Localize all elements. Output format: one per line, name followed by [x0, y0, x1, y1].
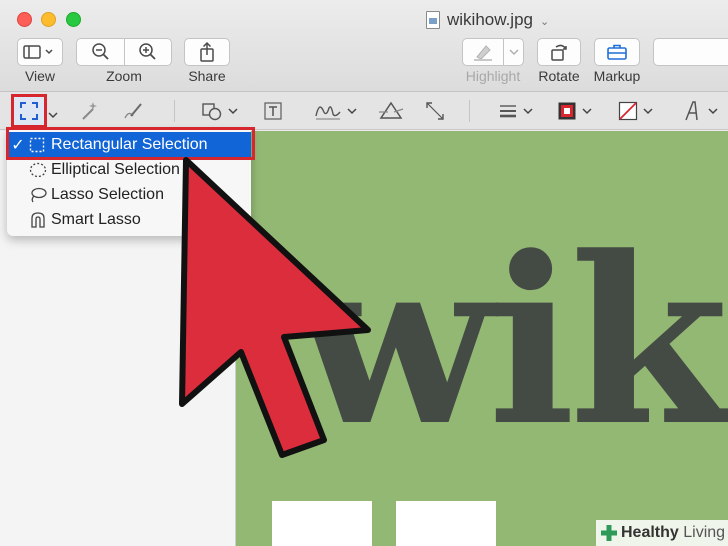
- line-style-tool[interactable]: [497, 97, 533, 125]
- menu-item-label: Smart Lasso: [51, 210, 141, 228]
- image-letter-block: [272, 501, 372, 546]
- highlight-control: [462, 38, 524, 66]
- chevron-down-icon: [582, 108, 592, 115]
- close-window-button[interactable]: [17, 12, 32, 27]
- share-icon: [200, 41, 214, 62]
- selection-tools-chevron[interactable]: [48, 101, 58, 129]
- rotate-icon: [551, 44, 567, 61]
- zoom-label: Zoom: [106, 68, 142, 84]
- highlight-options-button[interactable]: [503, 39, 523, 65]
- image-canvas[interactable]: wik: [236, 131, 728, 546]
- menu-item-label: Elliptical Selection: [51, 160, 180, 178]
- instant-alpha-tool[interactable]: [78, 97, 100, 125]
- image-wikihow-text: wik: [296, 207, 728, 477]
- share-button[interactable]: [184, 38, 230, 66]
- view-label: View: [24, 68, 56, 84]
- fill-color-tool[interactable]: [617, 97, 653, 125]
- toolbox-icon: [607, 44, 627, 60]
- markup-toolbox-button[interactable]: [594, 38, 640, 66]
- text-tool[interactable]: [262, 97, 284, 125]
- window-title-text: wikihow.jpg: [447, 10, 533, 29]
- signature-icon: [315, 106, 341, 120]
- sign-tool[interactable]: [313, 97, 357, 125]
- minimize-window-button[interactable]: [41, 12, 56, 27]
- resize-icon: [426, 102, 444, 120]
- healthy-living-logo-icon: [601, 525, 617, 541]
- share-label: Share: [188, 68, 226, 84]
- window-title[interactable]: wikihow.jpg ⌄: [426, 9, 549, 31]
- border-color-tool[interactable]: [556, 97, 592, 125]
- menu-item-elliptical-selection[interactable]: Elliptical Selection: [7, 157, 251, 182]
- chevron-down-icon: [508, 49, 519, 56]
- annotation-highlight-box: [6, 127, 255, 160]
- markup-label: Markup: [593, 68, 641, 84]
- chevron-down-icon: [48, 112, 58, 119]
- rotate-label: Rotate: [538, 68, 580, 84]
- adjust-size-tool[interactable]: [424, 97, 446, 125]
- smart-lasso-icon: [29, 211, 51, 229]
- watermark: Healthy Living: [596, 520, 728, 546]
- pen-icon: [124, 103, 142, 119]
- zoom-out-button[interactable]: [77, 39, 124, 65]
- shapes-icon: [202, 103, 222, 121]
- image-letter-block: [396, 501, 496, 546]
- toolbar-divider: [174, 100, 175, 122]
- chevron-down-icon: [228, 108, 238, 115]
- chevron-down-icon: [643, 108, 653, 115]
- prism-icon: [379, 101, 404, 119]
- chevron-down-icon: ⌄: [540, 15, 550, 28]
- highlighter-icon: [474, 45, 492, 61]
- menu-item-label: Lasso Selection: [51, 185, 164, 203]
- chevron-down-icon: [523, 108, 533, 115]
- adjust-color-tool[interactable]: [378, 97, 404, 125]
- window-titlebar: wikihow.jpg ⌄ View Zoom Share Highlight …: [0, 0, 728, 92]
- text-box-icon: [264, 102, 282, 120]
- shapes-tool[interactable]: [200, 97, 238, 125]
- sidebar-view-icon: [23, 45, 53, 59]
- toolbar-divider: [469, 100, 470, 122]
- view-button[interactable]: [17, 38, 63, 66]
- highlight-button[interactable]: [463, 39, 503, 65]
- selection-tools-button[interactable]: [11, 94, 47, 128]
- lasso-icon: [29, 187, 51, 203]
- search-field[interactable]: [653, 38, 728, 66]
- rotate-button[interactable]: [537, 38, 581, 66]
- watermark-text: Healthy Living: [621, 524, 726, 541]
- fill-color-icon: [618, 101, 638, 121]
- line-weight-icon: [500, 105, 516, 118]
- ellipse-dashed-icon: [29, 162, 51, 178]
- rect-selection-icon: [20, 102, 38, 120]
- menu-item-smart-lasso[interactable]: Smart Lasso: [7, 207, 251, 232]
- chevron-down-icon: [708, 108, 718, 115]
- zoom-window-button[interactable]: [66, 12, 81, 27]
- chevron-down-icon: [347, 108, 357, 115]
- markup-toolbar: [0, 92, 728, 130]
- zoom-in-icon: [139, 43, 156, 60]
- zoom-in-button[interactable]: [124, 39, 171, 65]
- text-style-tool[interactable]: [680, 97, 718, 125]
- sketch-tool[interactable]: [121, 97, 145, 125]
- zoom-out-icon: [91, 43, 109, 60]
- highlight-label: Highlight: [465, 68, 521, 84]
- border-color-icon: [558, 102, 576, 120]
- zoom-segmented-control: [76, 38, 172, 66]
- document-icon: [426, 11, 440, 29]
- menu-item-lasso-selection[interactable]: Lasso Selection: [7, 182, 251, 207]
- magic-wand-icon: [82, 102, 97, 120]
- text-style-icon: [685, 101, 698, 121]
